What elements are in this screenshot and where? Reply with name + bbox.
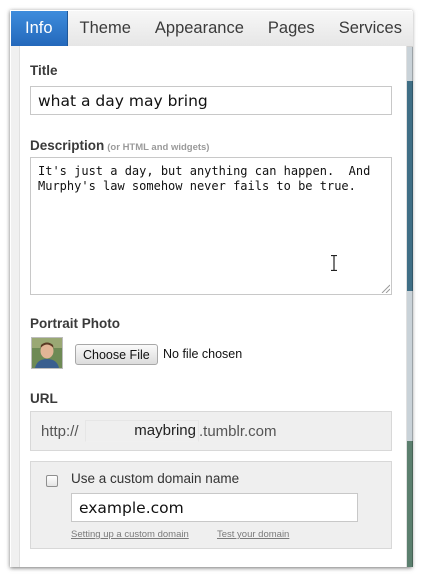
portrait-photo-label: Portrait Photo (30, 316, 120, 331)
text-cursor-icon (331, 255, 337, 271)
tab-pages[interactable]: Pages (256, 11, 327, 46)
avatar (31, 337, 63, 369)
description-hint: (or HTML and widgets) (107, 142, 210, 153)
custom-domain-input[interactable]: example.com (71, 493, 358, 522)
tab-services[interactable]: Services (327, 11, 414, 46)
custom-domain-label: Use a custom domain name (71, 471, 240, 486)
url-prefix: http:// (41, 423, 79, 440)
description-label: Description (or HTML and widgets) (30, 138, 209, 153)
url-label: URL (30, 391, 58, 406)
description-textarea[interactable]: It's just a day, but anything can happen… (30, 157, 392, 295)
tab-appearance[interactable]: Appearance (143, 11, 256, 46)
tab-info[interactable]: Info (11, 11, 68, 46)
url-field-box: http:// maybring .tumblr.com (30, 411, 392, 451)
url-subdomain-input[interactable]: maybring (85, 420, 199, 442)
setup-custom-domain-link[interactable]: Setting up a custom domain (71, 529, 189, 540)
title-label: Title (30, 63, 58, 78)
url-suffix: .tumblr.com (199, 423, 277, 440)
resize-grip-icon[interactable] (380, 283, 390, 293)
choose-file-button[interactable]: Choose File (75, 344, 158, 365)
tab-bar: Info Theme Appearance Pages Services (11, 11, 413, 47)
test-domain-link[interactable]: Test your domain (217, 529, 289, 540)
custom-domain-checkbox[interactable] (46, 475, 58, 487)
avatar-portrait-image (32, 338, 62, 368)
custom-domain-box: Use a custom domain name example.com Set… (30, 461, 392, 549)
file-status-text: No file chosen (163, 347, 243, 361)
panel-left-edge (11, 46, 20, 567)
description-label-text: Description (30, 138, 105, 153)
tab-theme[interactable]: Theme (68, 11, 143, 46)
title-input[interactable]: what a day may bring (30, 86, 392, 115)
description-text: It's just a day, but anything can happen… (38, 164, 378, 193)
